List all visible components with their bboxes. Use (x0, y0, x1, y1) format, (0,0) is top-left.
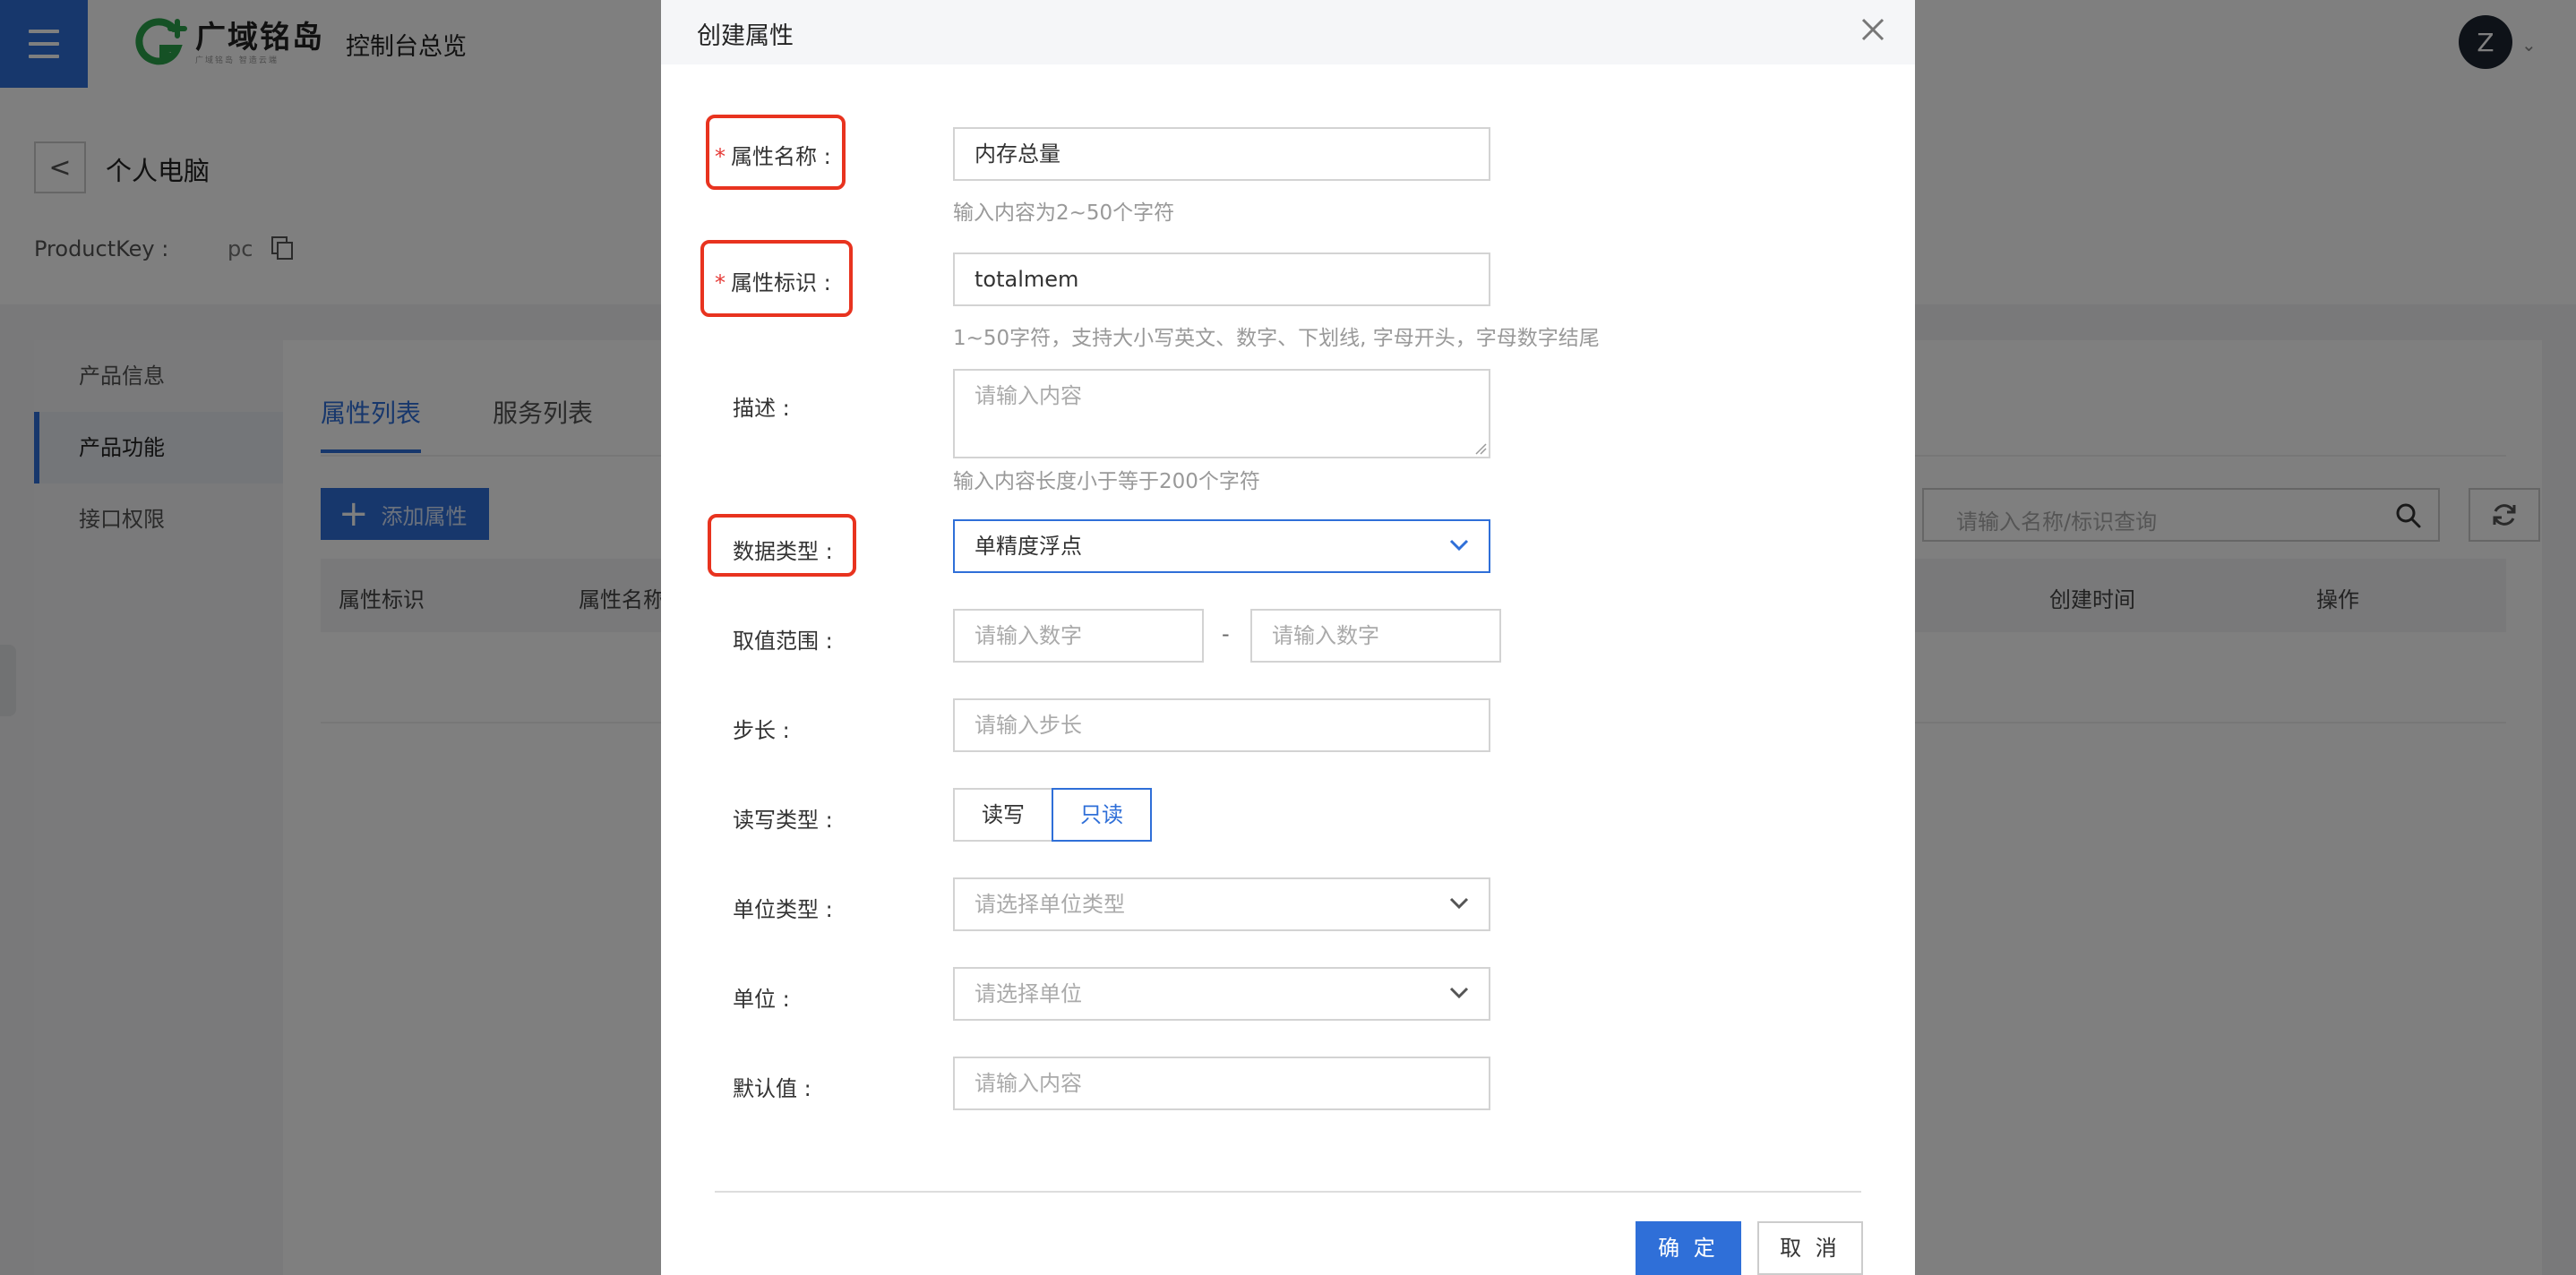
unit-type-select[interactable]: 请选择单位类型 (953, 877, 1490, 931)
dialog-title: 创建属性 (697, 22, 794, 50)
description-label: 描述 : (733, 396, 790, 421)
property-name-input[interactable]: 内存总量 (953, 127, 1490, 181)
property-name-hint: 输入内容为2~50个字符 (953, 201, 1175, 225)
cancel-button[interactable]: 取 消 (1757, 1221, 1863, 1275)
range-max-input[interactable]: 请输入数字 (1250, 609, 1501, 663)
resize-handle-icon[interactable] (1474, 442, 1487, 455)
unit-type-placeholder: 请选择单位类型 (975, 892, 1125, 917)
data-type-label: 数据类型 : (733, 539, 833, 564)
unit-label: 单位 : (733, 987, 790, 1012)
unit-select[interactable]: 请选择单位 (953, 967, 1490, 1021)
description-textarea[interactable]: 请输入内容 (953, 369, 1490, 458)
step-input[interactable]: 请输入步长 (953, 698, 1490, 752)
property-identifier-hint: 1~50字符，支持大小写英文、数字、下划线, 字母开头，字母数字结尾 (953, 327, 1600, 350)
unit-type-label: 单位类型 : (733, 897, 833, 922)
range-label: 取值范围 : (733, 629, 833, 654)
chevron-down-icon (1449, 987, 1469, 999)
property-identifier-label-text: 属性标识 : (731, 270, 831, 295)
range-separator: - (1222, 621, 1230, 646)
create-property-dialog: 创建属性 * 属性名称 : 内存总量 输入内容为2~50个字符 * 属性标识 : t… (661, 0, 1915, 1275)
description-placeholder: 请输入内容 (975, 383, 1082, 408)
rw-option-read-write[interactable]: 读写 (953, 788, 1053, 842)
property-identifier-input[interactable]: totalmem (953, 252, 1490, 306)
range-min-input[interactable]: 请输入数字 (953, 609, 1204, 663)
chevron-down-icon (1449, 897, 1469, 910)
data-type-value: 单精度浮点 (975, 534, 1082, 559)
data-type-select[interactable]: 单精度浮点 (953, 519, 1490, 573)
property-identifier-label: * 属性标识 : (715, 265, 831, 296)
required-mark: * (715, 270, 726, 295)
step-label: 步长 : (733, 718, 790, 743)
dialog-footer-divider (715, 1191, 1861, 1193)
chevron-down-icon (1449, 539, 1469, 552)
dialog-header: 创建属性 (661, 0, 1915, 64)
property-name-label: * 属性名称 : (715, 139, 831, 170)
description-hint: 输入内容长度小于等于200个字符 (953, 470, 1260, 493)
property-name-label-text: 属性名称 : (731, 144, 831, 169)
required-mark: * (715, 144, 726, 169)
close-icon[interactable] (1858, 14, 1888, 45)
confirm-button[interactable]: 确 定 (1636, 1221, 1741, 1275)
default-value-input[interactable]: 请输入内容 (953, 1057, 1490, 1110)
default-value-label: 默认值 : (733, 1076, 811, 1101)
rw-type-label: 读写类型 : (733, 808, 833, 833)
rw-option-read-only[interactable]: 只读 (1052, 788, 1152, 842)
unit-placeholder: 请选择单位 (975, 981, 1082, 1006)
